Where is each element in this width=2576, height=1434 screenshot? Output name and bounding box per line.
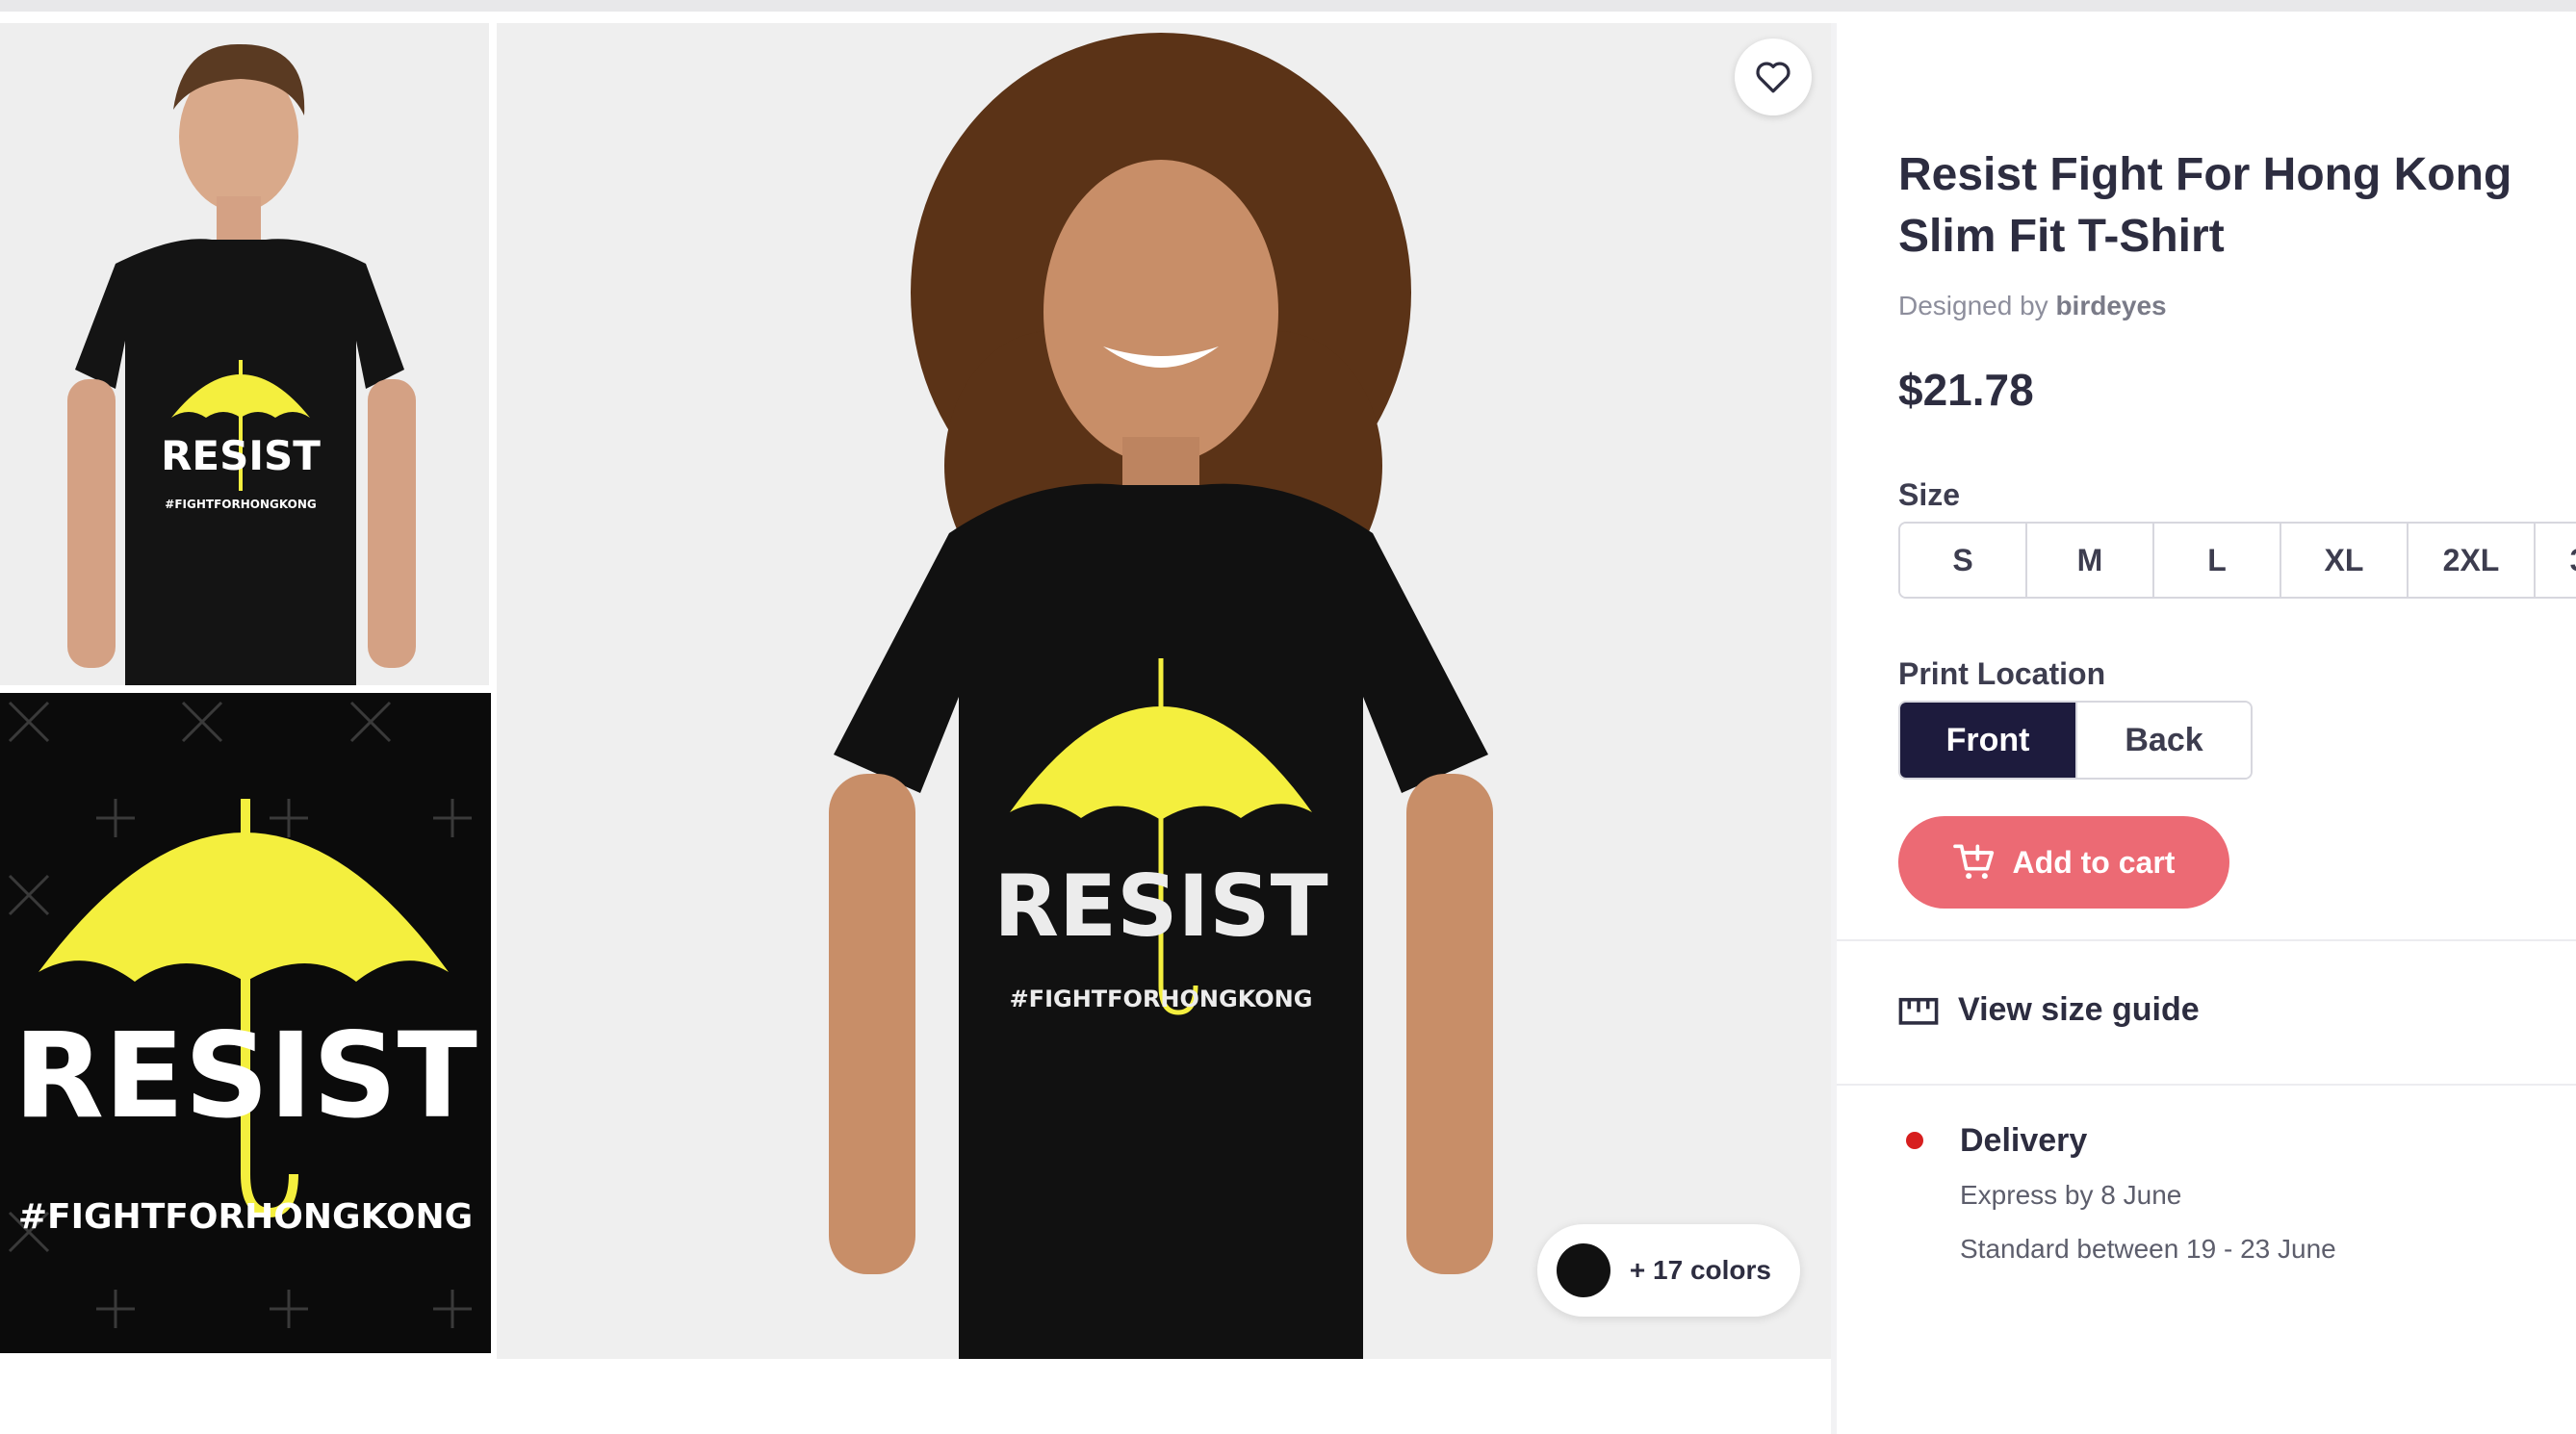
- design-hashtag-text: #FIGHTFORHONGKONG: [18, 1197, 473, 1237]
- size-option-l[interactable]: L: [2154, 524, 2281, 597]
- more-colors-label: + 17 colors: [1629, 1255, 1771, 1285]
- favorite-button[interactable]: [1735, 38, 1812, 115]
- ruler-icon: [1898, 997, 1939, 1025]
- designed-by-label: Designed by: [1898, 291, 2048, 320]
- size-guide-link[interactable]: View size guide: [1898, 991, 2200, 1029]
- size-label: Size: [1898, 477, 1961, 512]
- more-colors-button[interactable]: + 17 colors: [1536, 1224, 1800, 1317]
- main-model-illustration: RESIST #FIGHTFORHONGKONG: [497, 23, 1831, 1359]
- size-guide-label: View size guide: [1958, 991, 2200, 1028]
- print-location-label: Print Location: [1898, 656, 2106, 691]
- size-option-2xl[interactable]: 2XL: [2409, 524, 2536, 597]
- thumbnail-resist-text: RESIST: [161, 432, 321, 479]
- thumbnail-model[interactable]: RESIST #FIGHTFORHONGKONG: [0, 23, 491, 685]
- size-option-m[interactable]: M: [2027, 524, 2154, 597]
- add-to-cart-label: Add to cart: [2012, 844, 2176, 880]
- main-resist-text: RESIST: [993, 857, 1327, 956]
- print-location-selector: Front Back: [1898, 701, 2253, 780]
- thumbnail-design[interactable]: RESIST #FIGHTFORHONGKONG: [0, 693, 491, 1353]
- top-bar: [0, 0, 2576, 12]
- main-product-image: RESIST #FIGHTFORHONGKONG + 17 colors: [497, 23, 1831, 1359]
- product-title: Resist Fight For Hong Kong Slim Fit T-Sh…: [1898, 149, 2512, 262]
- thumbnail-hashtag-text: #FIGHTFORHONGKONG: [165, 498, 316, 511]
- delivery-standard: Standard between 19 - 23 June: [1960, 1234, 2336, 1264]
- heart-icon: [1756, 62, 1790, 93]
- designer-line: Designed by birdeyes: [1898, 291, 2167, 321]
- color-swatch-black[interactable]: [1556, 1243, 1610, 1297]
- print-location-back[interactable]: Back: [2075, 703, 2251, 778]
- designer-link[interactable]: birdeyes: [2055, 291, 2166, 320]
- main-hashtag-text: #FIGHTFORHONGKONG: [1010, 986, 1313, 1012]
- size-selector: S M L XL 2XL 3XL: [1898, 522, 2576, 599]
- delivery-status-dot: [1906, 1132, 1923, 1149]
- size-option-3xl[interactable]: 3XL: [2536, 524, 2576, 597]
- print-location-front[interactable]: Front: [1900, 703, 2075, 778]
- product-details-panel: Resist Fight For Hong Kong Slim Fit T-Sh…: [1837, 23, 2576, 1434]
- product-price: $21.78: [1898, 365, 2034, 415]
- thumbnail-model-image: RESIST #FIGHTFORHONGKONG: [0, 23, 489, 685]
- section-divider: [1837, 939, 2576, 941]
- delivery-express: Express by 8 June: [1960, 1180, 2182, 1210]
- cart-icon: [1952, 844, 1994, 880]
- add-to-cart-button[interactable]: Add to cart: [1898, 816, 2229, 909]
- size-option-s[interactable]: S: [1900, 524, 2027, 597]
- size-option-xl[interactable]: XL: [2281, 524, 2409, 597]
- design-resist-text: RESIST: [13, 1008, 477, 1144]
- thumbnail-design-image: RESIST #FIGHTFORHONGKONG: [0, 693, 491, 1353]
- section-divider: [1837, 1084, 2576, 1086]
- delivery-title: Delivery: [1960, 1122, 2088, 1159]
